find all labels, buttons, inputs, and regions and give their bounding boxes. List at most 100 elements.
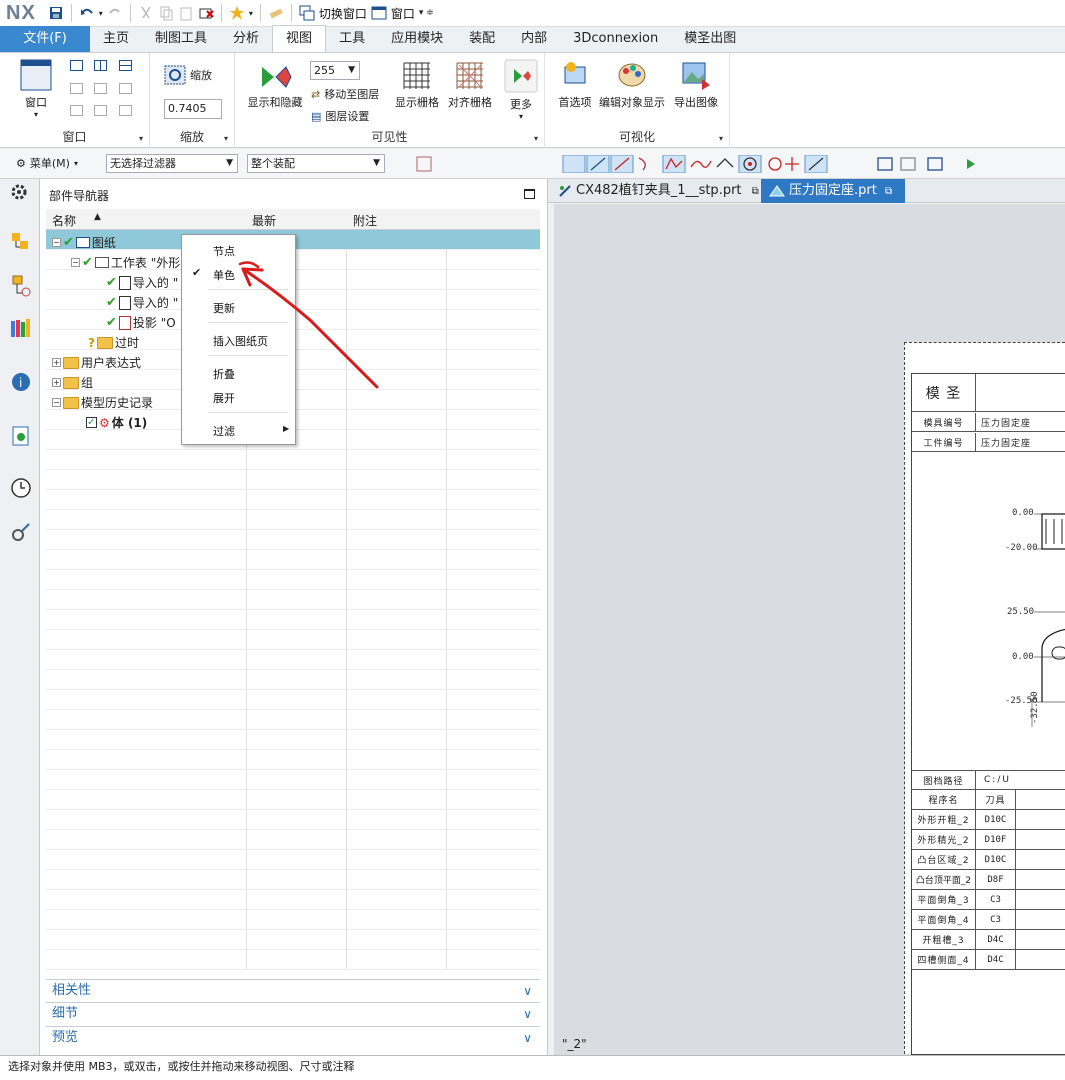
zoom-button[interactable]: 缩放	[164, 65, 212, 85]
paste-icon[interactable]	[178, 5, 194, 21]
tree-node-groups[interactable]: + 组	[52, 374, 93, 391]
layout-a-icon[interactable]	[70, 105, 83, 116]
visibility-group-expand-icon[interactable]: ▾	[534, 134, 538, 143]
tree-node-drawing[interactable]: − ✔ 图纸	[52, 234, 116, 251]
menu-item-update[interactable]: 更新	[213, 300, 235, 316]
undo-icon[interactable]	[79, 5, 95, 21]
show-grid-button[interactable]: 显示栅格	[393, 61, 441, 110]
save-icon[interactable]	[48, 5, 64, 21]
zoom-scale-input[interactable]: 0.7405	[164, 99, 222, 119]
column-name[interactable]: 名称	[52, 212, 76, 229]
window-button[interactable]: 窗口 ▾	[14, 59, 58, 119]
tab-tools[interactable]: 工具	[326, 26, 378, 52]
menu-item-monochrome[interactable]: 单色	[213, 267, 235, 283]
expand-icon[interactable]: +	[52, 378, 61, 387]
drawing-sheet[interactable]: 模 圣 模具编号 压力固定座 工件编号 压力固定座 0.00 -20.00 25…	[904, 342, 1065, 1055]
maximize-icon[interactable]	[524, 189, 535, 199]
tab-file[interactable]: 文件(F)	[0, 26, 90, 52]
assembly-navigator-icon[interactable]	[10, 231, 32, 253]
checkbox-icon[interactable]: ✓	[86, 417, 97, 428]
tab-view[interactable]: 视图	[272, 25, 327, 52]
layout-c-icon[interactable]	[119, 105, 132, 116]
move-to-layer-button[interactable]: ⇄ 移动至图层	[311, 86, 379, 102]
part-navigator-icon[interactable]	[10, 275, 32, 297]
copy-icon[interactable]	[158, 5, 174, 21]
menu-item-node[interactable]: 节点	[213, 243, 235, 259]
tree-node-projection[interactable]: ✔ 投影 "O	[106, 314, 176, 331]
popout-icon[interactable]: ⧉	[752, 186, 759, 197]
layout-b-icon[interactable]	[94, 105, 107, 116]
preferences-button[interactable]: 首选项	[555, 59, 595, 110]
tree-node-imported-1[interactable]: ✔ 导入的 "	[106, 274, 178, 291]
layer-settings-button[interactable]: ▤ 图层设置	[311, 108, 369, 124]
assembly-scope-dropdown[interactable]: 整个装配 ▼	[247, 154, 385, 173]
tab-application[interactable]: 应用模块	[378, 26, 456, 52]
layout-horizontal-split-icon[interactable]	[119, 60, 132, 71]
tree-node-worksheet[interactable]: − ✔ 工作表 "外形	[71, 254, 180, 271]
switch-window-label[interactable]: 切换窗口	[319, 5, 367, 22]
tree-node-model-history[interactable]: − 模型历史记录	[52, 394, 153, 411]
history-clock-icon[interactable]	[10, 477, 32, 499]
tree-node-user-expressions[interactable]: + 用户表达式	[52, 354, 141, 371]
window-menu-label[interactable]: 窗口	[391, 5, 415, 22]
layout-three-right-icon[interactable]	[119, 83, 132, 94]
tab-internal[interactable]: 内部	[508, 26, 560, 52]
layout-three-left-icon[interactable]	[94, 83, 107, 94]
info-icon[interactable]: i	[10, 371, 32, 393]
expand-icon[interactable]: +	[52, 358, 61, 367]
layout-single-icon[interactable]	[70, 60, 83, 71]
column-latest[interactable]: 最新	[252, 212, 276, 229]
menu-button[interactable]: ⚙ 菜单(M) ▾	[16, 155, 78, 171]
edit-object-display-button[interactable]: 编辑对象显示	[597, 59, 667, 110]
snap-icons-strip[interactable]	[395, 155, 1065, 173]
redo-icon[interactable]	[107, 5, 123, 21]
layout-quad-icon[interactable]	[70, 83, 83, 94]
tree-node-body[interactable]: ✓ ⚙ 体 (1)	[86, 414, 147, 431]
more-button[interactable]: 更多 ▾	[501, 59, 541, 121]
popout-icon[interactable]: ⧉	[885, 186, 892, 197]
show-hide-button[interactable]: 显示和隐藏	[245, 63, 305, 110]
collapse-icon[interactable]: −	[52, 238, 61, 247]
menu-item-filter[interactable]: 过滤	[213, 423, 235, 439]
tab-mosheng-output[interactable]: 模圣出图	[671, 26, 749, 52]
menu-item-expand[interactable]: 展开	[213, 390, 235, 406]
tree-node-imported-2[interactable]: ✔ 导入的 "	[106, 294, 178, 311]
command-finder-icon[interactable]	[229, 5, 245, 21]
window-group-expand-icon[interactable]: ▾	[139, 134, 143, 143]
align-grid-button[interactable]: 对齐栅格	[445, 61, 495, 110]
delete-icon[interactable]	[198, 5, 214, 21]
export-image-button[interactable]: 导出图像	[671, 59, 721, 110]
cut-icon[interactable]	[138, 5, 154, 21]
column-notes[interactable]: 附注	[353, 212, 377, 229]
accordion-preview[interactable]: 预览 ∨	[46, 1026, 540, 1048]
menu-item-insert-sheet[interactable]: 插入图纸页	[213, 333, 268, 349]
process-studio-icon[interactable]	[10, 521, 32, 543]
window-dropdown-icon[interactable]: ▾ ≑	[419, 8, 434, 18]
tab-drafting-tools[interactable]: 制图工具	[142, 26, 220, 52]
layer-dropdown[interactable]: 255 ▼	[310, 61, 360, 80]
visualization-group-expand-icon[interactable]: ▾	[719, 134, 723, 143]
undo-dropdown-icon[interactable]: ▾	[99, 9, 103, 18]
tab-3dconnexion[interactable]: 3Dconnexion	[560, 26, 671, 52]
eraser-icon[interactable]	[268, 5, 284, 21]
doc-tab-pressure-base[interactable]: 压力固定座.prt ⧉ ✕	[761, 179, 905, 223]
sort-ascending-icon[interactable]: ▲	[94, 212, 101, 222]
settings-icon[interactable]	[10, 183, 28, 201]
accordion-details[interactable]: 细节 ∨	[46, 1002, 540, 1024]
window-icon[interactable]	[371, 5, 387, 21]
layout-vertical-split-icon[interactable]	[94, 60, 107, 71]
tab-assembly[interactable]: 装配	[456, 26, 508, 52]
selection-filter-dropdown[interactable]: 无选择过滤器 ▼	[106, 154, 238, 173]
switch-window-icon[interactable]	[299, 5, 315, 21]
collapse-icon[interactable]: −	[71, 258, 80, 267]
zoom-group-expand-icon[interactable]: ▾	[224, 134, 228, 143]
collapse-icon[interactable]: −	[52, 398, 61, 407]
reuse-library-icon[interactable]	[10, 317, 32, 339]
web-browser-icon[interactable]	[10, 425, 32, 447]
command-finder-dropdown[interactable]: ▾	[249, 9, 253, 18]
doc-tab-cx482[interactable]: CX482植钉夹具_1__stp.prt ⧉	[548, 179, 760, 203]
menu-item-collapse[interactable]: 折叠	[213, 366, 235, 382]
tree-node-outdated[interactable]: ? 过时	[88, 334, 139, 351]
tab-home[interactable]: 主页	[90, 26, 142, 52]
accordion-dependencies[interactable]: 相关性 ∨	[46, 979, 540, 1001]
